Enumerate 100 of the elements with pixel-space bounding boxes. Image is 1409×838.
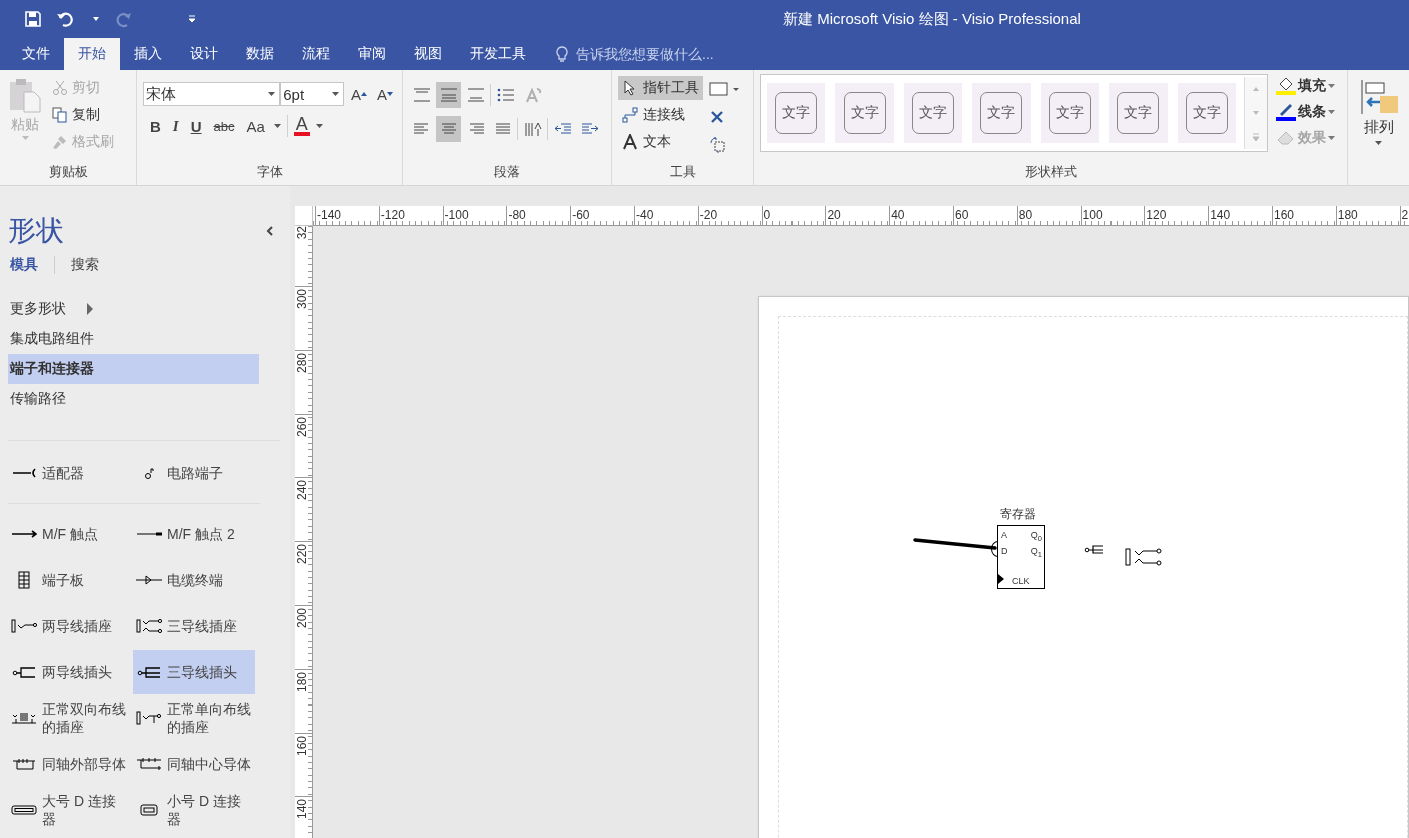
panel-tab[interactable]: 模具: [8, 256, 40, 274]
caret-icon[interactable]: [273, 124, 281, 128]
jack-icon: [135, 708, 163, 728]
ribbon-tab[interactable]: 插入: [120, 38, 176, 70]
align-middle-button[interactable]: [436, 82, 461, 108]
ruler-label: 140: [1209, 208, 1231, 222]
shape-item[interactable]: 两导线插座: [8, 604, 130, 648]
shape-item[interactable]: 大号 D 连接器: [8, 788, 130, 832]
style-swatch[interactable]: 文字: [1040, 83, 1100, 143]
ribbon-tab[interactable]: 文件: [8, 38, 64, 70]
more-shapes-menu[interactable]: 更多形状: [8, 294, 259, 324]
panel-title: 形状: [8, 214, 64, 248]
shape-item[interactable]: M/F 触点 2: [133, 512, 255, 556]
ribbon-tab[interactable]: 视图: [400, 38, 456, 70]
connector-icon: [11, 805, 37, 815]
register-title: 寄存器: [1000, 508, 1036, 520]
shape-item[interactable]: 正常双向布线的插座: [8, 696, 130, 740]
ruler-label: 100: [1081, 208, 1103, 222]
caret-icon: [331, 92, 339, 96]
arrange-button[interactable]: 排列: [1354, 74, 1403, 145]
style-swatch[interactable]: 文字: [972, 83, 1031, 143]
ruler-label: 260: [295, 416, 309, 437]
shape-item[interactable]: 两导线插头: [8, 650, 130, 694]
plug-shape[interactable]: [1084, 543, 1104, 555]
caret-icon[interactable]: [315, 124, 323, 128]
text-direction-icon: [523, 121, 542, 137]
fill-button[interactable]: 填充: [1274, 74, 1337, 98]
align-icon: [439, 87, 458, 103]
shape-item[interactable]: 小号 D 连接器: [133, 788, 255, 832]
pen-icon: [1276, 102, 1296, 122]
pointer-tool-button[interactable]: 指针工具: [618, 76, 703, 100]
shrink-font-button[interactable]: A: [374, 82, 396, 106]
style-swatch[interactable]: 文字: [1109, 83, 1168, 143]
shape-item[interactable]: 三导线插座: [133, 604, 255, 648]
ribbon-tab[interactable]: 审阅: [344, 38, 400, 70]
font-size-field[interactable]: 6pt: [280, 82, 344, 106]
tell-me-field[interactable]: 告诉我您想要做什么...: [574, 45, 758, 63]
save-icon[interactable]: [24, 10, 42, 28]
align-icon: [439, 121, 458, 137]
shape-item[interactable]: 三导线插头: [133, 650, 255, 694]
grow-font-button[interactable]: A: [347, 82, 370, 106]
rectangle-icon[interactable]: [709, 81, 739, 97]
underline-button[interactable]: U: [187, 114, 205, 138]
style-swatch[interactable]: 文字: [1177, 83, 1236, 143]
ruler-label: 0: [762, 208, 771, 222]
line-button[interactable]: 线条: [1274, 100, 1337, 124]
shape-item[interactable]: 正常单向布线的插座: [133, 696, 255, 740]
panel-tab[interactable]: 搜索: [69, 256, 101, 274]
style-swatch[interactable]: 文字: [835, 83, 894, 143]
text-direction-icon: [523, 87, 542, 103]
ribbon-tab[interactable]: 数据: [232, 38, 288, 70]
shape-item[interactable]: 端子板: [8, 558, 130, 602]
style-swatch[interactable]: 文字: [903, 83, 963, 143]
shape-item[interactable]: 同轴中心导体: [133, 742, 255, 786]
case-button[interactable]: Aa: [243, 114, 268, 138]
ribbon-tab[interactable]: 流程: [288, 38, 344, 70]
group-label: 工具: [668, 163, 697, 181]
connection-point-icon[interactable]: [709, 109, 725, 125]
connector-tool-button[interactable]: 连接线: [618, 103, 703, 127]
customize-caret-icon[interactable]: [188, 15, 196, 23]
align-icon: [412, 121, 431, 137]
bold-button[interactable]: B: [147, 114, 164, 138]
shape-item[interactable]: 电路端子: [133, 451, 255, 495]
ruler-label: 180: [1336, 208, 1358, 222]
ruler-label: -120: [379, 208, 405, 222]
pin-label: CLK: [1012, 577, 1030, 586]
shape-item[interactable]: M/F 触点: [8, 512, 130, 556]
ribbon-tab[interactable]: 开始: [64, 38, 120, 70]
copy-button[interactable]: 复制: [50, 103, 116, 127]
text-tool-button[interactable]: 文本: [618, 130, 703, 154]
shape-item[interactable]: 同轴外部导体: [8, 742, 130, 786]
redo-icon[interactable]: [114, 10, 134, 28]
italic-button[interactable]: I: [169, 114, 182, 138]
shape-item[interactable]: 适配器: [8, 451, 130, 495]
strike-button[interactable]: abc: [210, 114, 238, 138]
ruler-label: 2: [1400, 208, 1409, 222]
caret-icon[interactable]: [92, 16, 100, 22]
ruler-label: -100: [443, 208, 469, 222]
stencil-item[interactable]: 端子和连接器: [8, 354, 259, 384]
ribbon-tab[interactable]: 开发工具: [456, 38, 540, 70]
terminal-icon: [144, 467, 154, 479]
align-center-button[interactable]: [436, 116, 461, 142]
collapse-icon[interactable]: [266, 225, 274, 237]
brush-icon: [52, 134, 68, 150]
font-name-field[interactable]: 宋体: [143, 82, 281, 106]
ruler-label: 160: [295, 735, 309, 756]
rotate-icon[interactable]: [709, 136, 727, 154]
arrange-icon: [1359, 80, 1398, 114]
font-color-button[interactable]: A: [293, 116, 310, 136]
wire-line[interactable]: [913, 538, 997, 550]
ruler-label: -20: [698, 208, 718, 222]
stencil-item[interactable]: 集成电路组件: [8, 324, 259, 354]
jack-shape[interactable]: [1125, 548, 1163, 566]
stencil-item[interactable]: 传输路径: [8, 384, 259, 414]
group-label: 剪贴板: [47, 163, 89, 181]
ribbon-tab[interactable]: 设计: [176, 38, 232, 70]
indent-icon: [553, 121, 572, 137]
style-swatch[interactable]: 文字: [767, 83, 826, 143]
shape-item[interactable]: 电缆终端: [133, 558, 255, 602]
indent-icon: [580, 121, 599, 137]
